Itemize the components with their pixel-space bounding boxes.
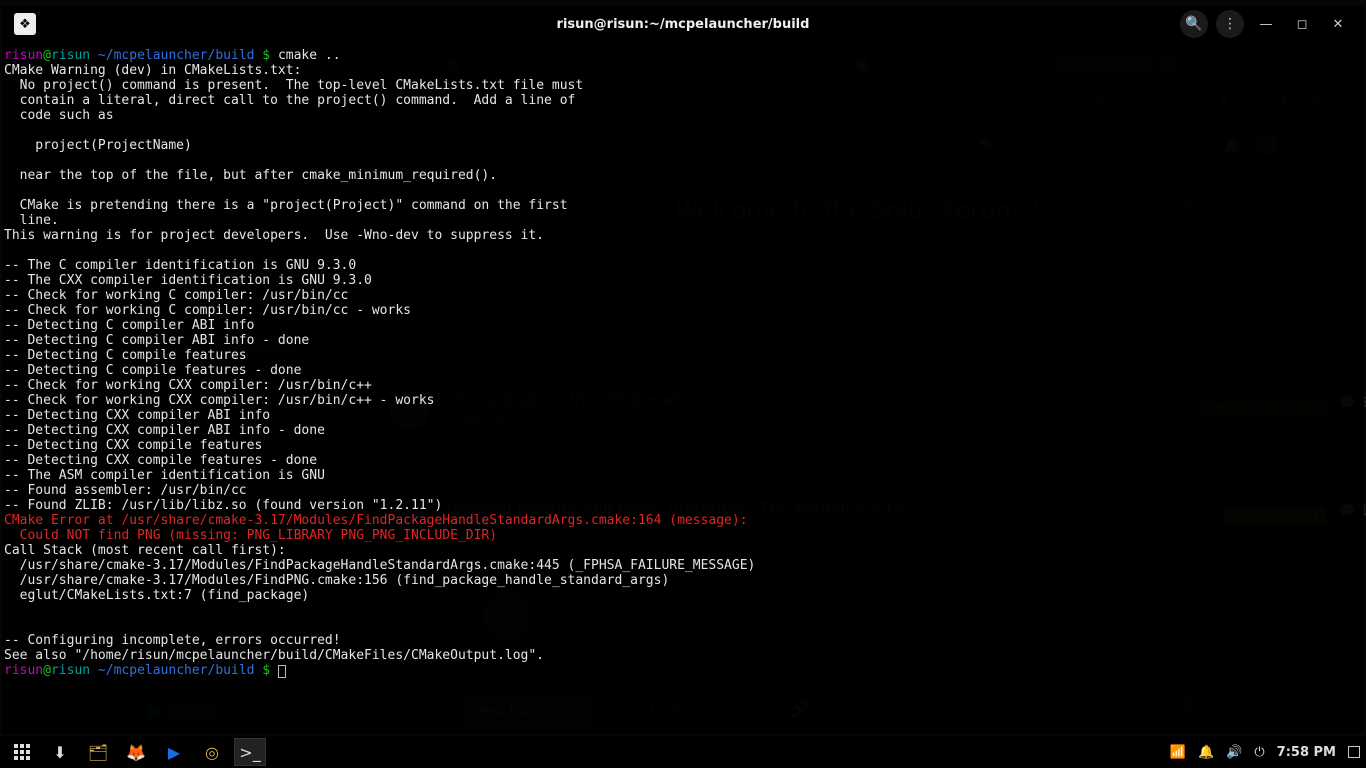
terminal-titlebar: ❖ risun@risun:~/mcpelauncher/build 🔍 ⋮ —… xyxy=(2,6,1364,42)
workspace-icon[interactable] xyxy=(1348,746,1360,758)
bell-icon[interactable]: 🔔 xyxy=(1198,745,1214,760)
taskbar: ⬇ 🗂 🦊 ▶ ◎ >_ 📶 🔔 🔊 ⏻ 7:58 PM xyxy=(0,736,1366,768)
minimize-button[interactable]: — xyxy=(1252,10,1280,38)
volume-icon[interactable]: 🔊 xyxy=(1226,745,1242,760)
files-button[interactable]: 🗂 xyxy=(82,738,114,766)
clock[interactable]: 7:58 PM xyxy=(1277,745,1336,760)
terminal-output[interactable]: risun@risun ~/mcpelauncher/build $ cmake… xyxy=(4,48,1362,734)
close-button[interactable]: ✕ xyxy=(1324,10,1352,38)
power-icon[interactable]: ⏻ xyxy=(1254,745,1264,760)
downloads-button[interactable]: ⬇ xyxy=(44,738,76,766)
terminal-button[interactable]: >_ xyxy=(234,738,266,766)
window-title: risun@risun:~/mcpelauncher/build xyxy=(557,17,810,32)
cursor xyxy=(278,665,286,678)
menu-icon[interactable]: ⋮ xyxy=(1216,10,1244,38)
search-icon[interactable]: 🔍 xyxy=(1180,10,1208,38)
rhythmbox-button[interactable]: ◎ xyxy=(196,738,228,766)
terminal-window: ❖ risun@risun:~/mcpelauncher/build 🔍 ⋮ —… xyxy=(2,6,1364,734)
wifi-icon[interactable]: 📶 xyxy=(1170,745,1186,760)
apps-button[interactable] xyxy=(6,738,38,766)
app-icon: ❖ xyxy=(14,13,36,35)
system-tray: 📶 🔔 🔊 ⏻ 7:58 PM xyxy=(1170,745,1360,760)
maximize-button[interactable]: ◻ xyxy=(1288,10,1316,38)
media-button[interactable]: ▶ xyxy=(158,738,190,766)
firefox-button[interactable]: 🦊 xyxy=(120,738,152,766)
